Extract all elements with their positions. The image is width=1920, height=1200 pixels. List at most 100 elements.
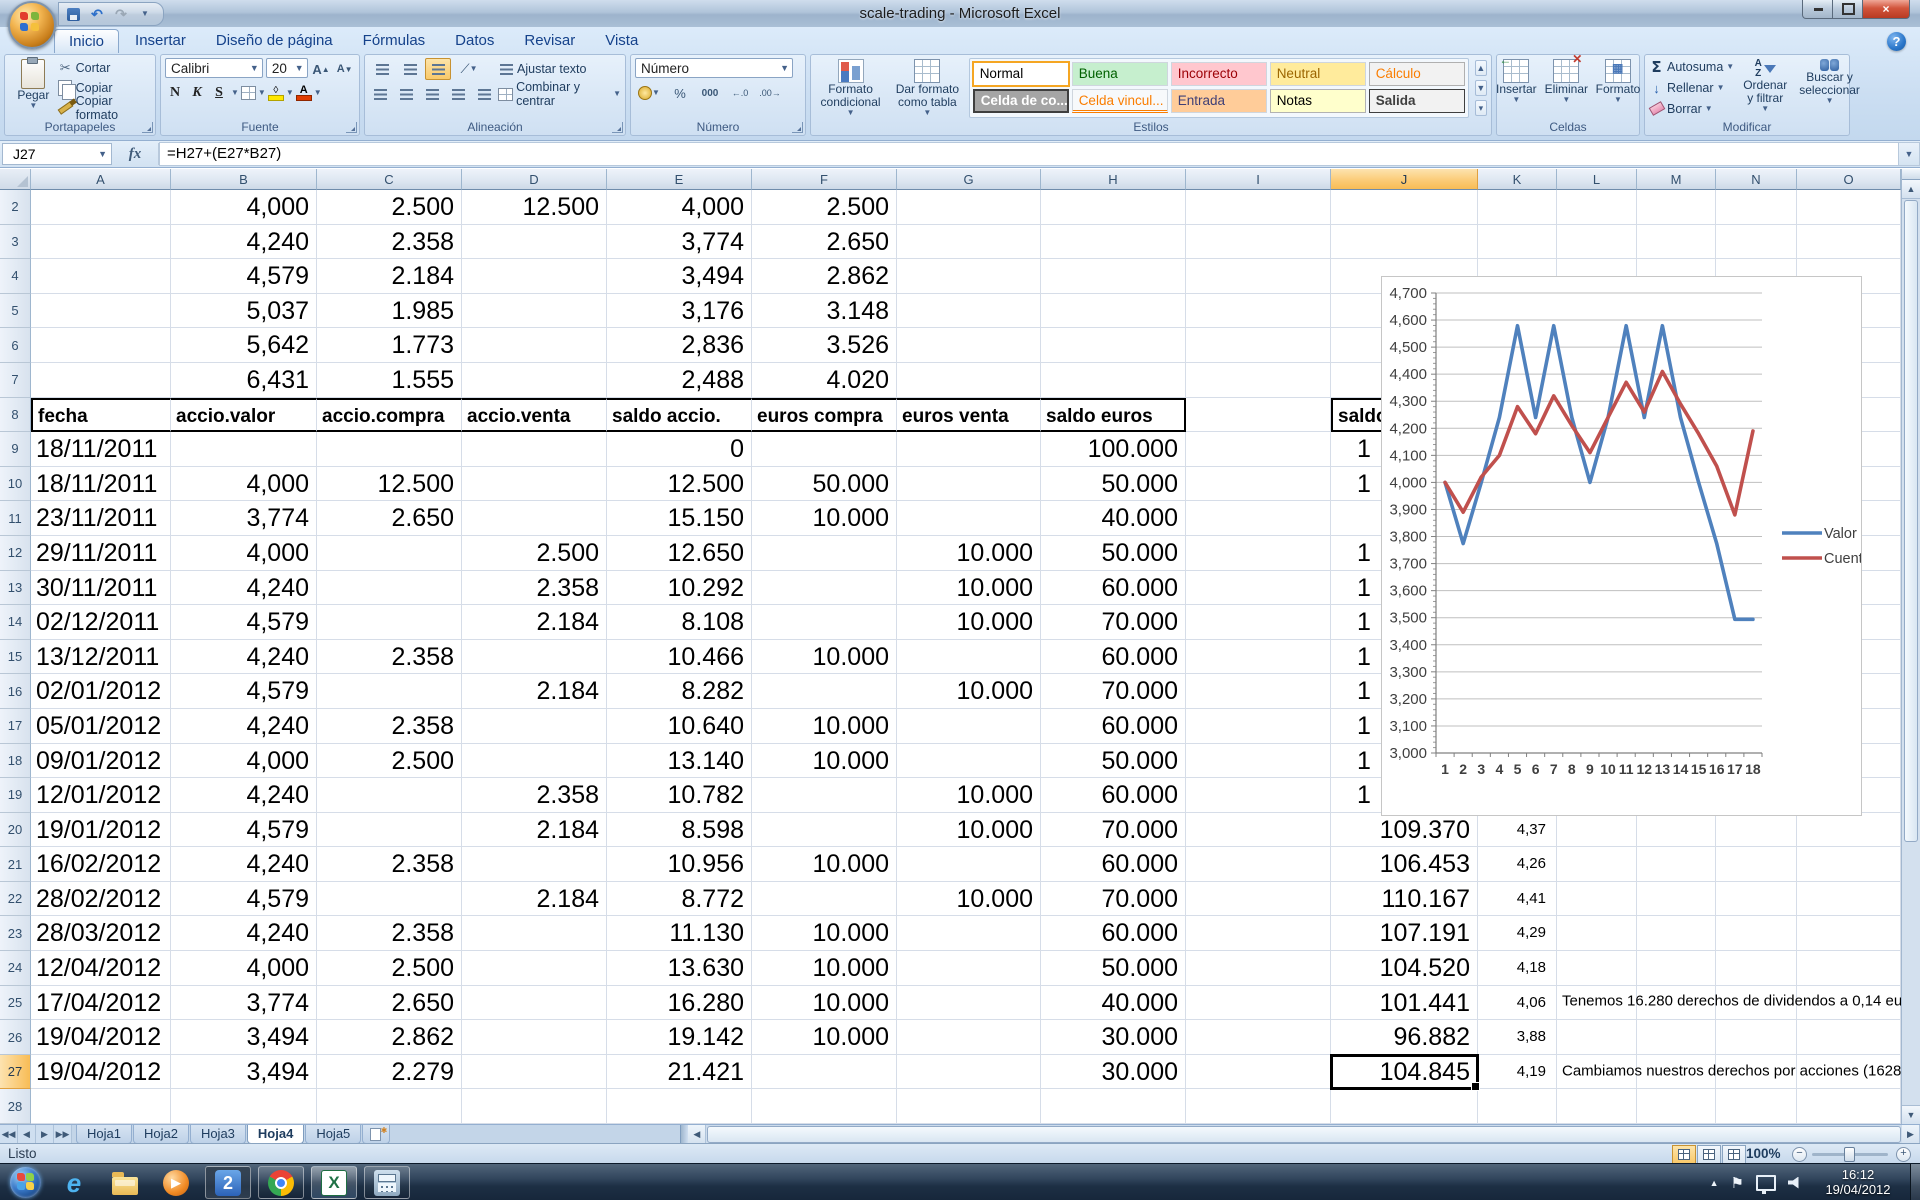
page-break-view-button[interactable] [1722, 1145, 1746, 1164]
cell-E21[interactable]: 10.956 [607, 847, 752, 882]
find-select-button[interactable]: Buscar y seleccionar ▼ [1796, 58, 1863, 118]
cell-H2[interactable] [1041, 190, 1186, 225]
cell-G23[interactable] [897, 916, 1041, 951]
cell-A24[interactable]: 12/04/2012 [31, 951, 171, 986]
cell-H16[interactable]: 70.000 [1041, 674, 1186, 709]
page-layout-view-button[interactable] [1697, 1145, 1721, 1164]
cell-G27[interactable] [897, 1055, 1041, 1090]
cell-G24[interactable] [897, 951, 1041, 986]
cell-I16[interactable] [1186, 674, 1331, 709]
cell-F20[interactable] [752, 813, 897, 848]
cell-F13[interactable] [752, 571, 897, 606]
cell-C9[interactable] [317, 432, 462, 467]
gallery-down-button[interactable]: ▼ [1475, 80, 1487, 96]
cell-N26[interactable] [1716, 1020, 1797, 1055]
cell-I21[interactable] [1186, 847, 1331, 882]
grow-font-button[interactable]: A▲ [311, 58, 332, 80]
next-sheet-button[interactable]: ▶ [36, 1125, 54, 1144]
cell-N20[interactable] [1716, 813, 1797, 848]
row-header-24[interactable]: 24 [0, 951, 31, 986]
cell-D10[interactable] [462, 467, 607, 502]
row-header-5[interactable]: 5 [0, 294, 31, 329]
cell-A15[interactable]: 13/12/2011 [31, 640, 171, 675]
cell-C19[interactable] [317, 778, 462, 813]
row-header-4[interactable]: 4 [0, 259, 31, 294]
cell-C6[interactable]: 1.773 [317, 328, 462, 363]
row-header-22[interactable]: 22 [0, 882, 31, 917]
clear-button[interactable]: Borrar▼ [1649, 99, 1734, 118]
cell-B16[interactable]: 4,579 [171, 674, 317, 709]
cell-E3[interactable]: 3,774 [607, 225, 752, 260]
cell-E13[interactable]: 10.292 [607, 571, 752, 606]
cell-G5[interactable] [897, 294, 1041, 329]
cell-style-1[interactable]: Normal [973, 62, 1069, 86]
cell-K3[interactable] [1478, 225, 1557, 260]
cell-M24[interactable] [1637, 951, 1716, 986]
cell-G28[interactable] [897, 1089, 1041, 1124]
cell-C12[interactable] [317, 536, 462, 571]
cell-A2[interactable] [31, 190, 171, 225]
format-painter-button[interactable]: Copiar formato [58, 98, 151, 117]
cell-C26[interactable]: 2.862 [317, 1020, 462, 1055]
cell-F5[interactable]: 3.148 [752, 294, 897, 329]
cell-B19[interactable]: 4,240 [171, 778, 317, 813]
dialog-launcher-icon[interactable] [346, 122, 357, 133]
align-left-button[interactable] [369, 83, 393, 105]
cell-H21[interactable]: 60.000 [1041, 847, 1186, 882]
decrease-indent-button[interactable] [446, 83, 470, 105]
cell-F18[interactable]: 10.000 [752, 744, 897, 779]
cell-E10[interactable]: 12.500 [607, 467, 752, 502]
insert-function-button[interactable]: fx [112, 143, 159, 165]
cell-A17[interactable]: 05/01/2012 [31, 709, 171, 744]
cell-C23[interactable]: 2.358 [317, 916, 462, 951]
cell-H13[interactable]: 60.000 [1041, 571, 1186, 606]
formula-input[interactable]: =H27+(E27*B27) [159, 142, 1898, 166]
cell-E2[interactable]: 4,000 [607, 190, 752, 225]
fill-color-button[interactable]: ◊ [268, 86, 284, 101]
cell-L28[interactable] [1557, 1089, 1637, 1124]
cell-C16[interactable] [317, 674, 462, 709]
cell-B6[interactable]: 5,642 [171, 328, 317, 363]
cell-O23[interactable] [1797, 916, 1901, 951]
cell-G26[interactable] [897, 1020, 1041, 1055]
cell-D9[interactable] [462, 432, 607, 467]
increase-decimal-button[interactable]: ←.0 [727, 82, 753, 104]
cell-G16[interactable]: 10.000 [897, 674, 1041, 709]
sheet-tab-hoja4[interactable]: Hoja4 [247, 1125, 304, 1144]
cell-A6[interactable] [31, 328, 171, 363]
cell-D13[interactable]: 2.358 [462, 571, 607, 606]
cell-I10[interactable] [1186, 467, 1331, 502]
cell-C3[interactable]: 2.358 [317, 225, 462, 260]
cell-F9[interactable] [752, 432, 897, 467]
cell-H4[interactable] [1041, 259, 1186, 294]
cell-I28[interactable] [1186, 1089, 1331, 1124]
cell-B25[interactable]: 3,774 [171, 986, 317, 1021]
dialog-launcher-icon[interactable] [612, 122, 623, 133]
action-center-icon[interactable]: ⚑ [1731, 1174, 1744, 1192]
col-header-N[interactable]: N [1716, 169, 1797, 190]
row-header-16[interactable]: 16 [0, 674, 31, 709]
cell-I17[interactable] [1186, 709, 1331, 744]
cell-J28[interactable] [1331, 1089, 1478, 1124]
cell-J3[interactable] [1331, 225, 1478, 260]
cell-B23[interactable]: 4,240 [171, 916, 317, 951]
cell-J21[interactable]: 106.453 [1331, 847, 1478, 882]
network-icon[interactable] [1756, 1175, 1776, 1191]
maximize-button[interactable] [1832, 0, 1864, 19]
cell-C17[interactable]: 2.358 [317, 709, 462, 744]
cell-H9[interactable]: 100.000 [1041, 432, 1186, 467]
col-header-B[interactable]: B [171, 169, 317, 190]
vertical-scroll-thumb[interactable] [1904, 200, 1918, 842]
cell-N23[interactable] [1716, 916, 1797, 951]
row-header-26[interactable]: 26 [0, 1020, 31, 1055]
row-header-28[interactable]: 28 [0, 1089, 31, 1124]
align-middle-button[interactable] [397, 58, 423, 80]
cell-F22[interactable] [752, 882, 897, 917]
scroll-left-arrow-icon[interactable]: ◀ [688, 1125, 706, 1144]
cell-L25[interactable]: Tenemos 16.280 derechos de dividendos a … [1557, 986, 1637, 1021]
cell-B9[interactable] [171, 432, 317, 467]
font-color-button[interactable]: A [296, 85, 312, 101]
cell-M28[interactable] [1637, 1089, 1716, 1124]
cell-N28[interactable] [1716, 1089, 1797, 1124]
accounting-format-button[interactable]: ▼ [635, 82, 663, 104]
